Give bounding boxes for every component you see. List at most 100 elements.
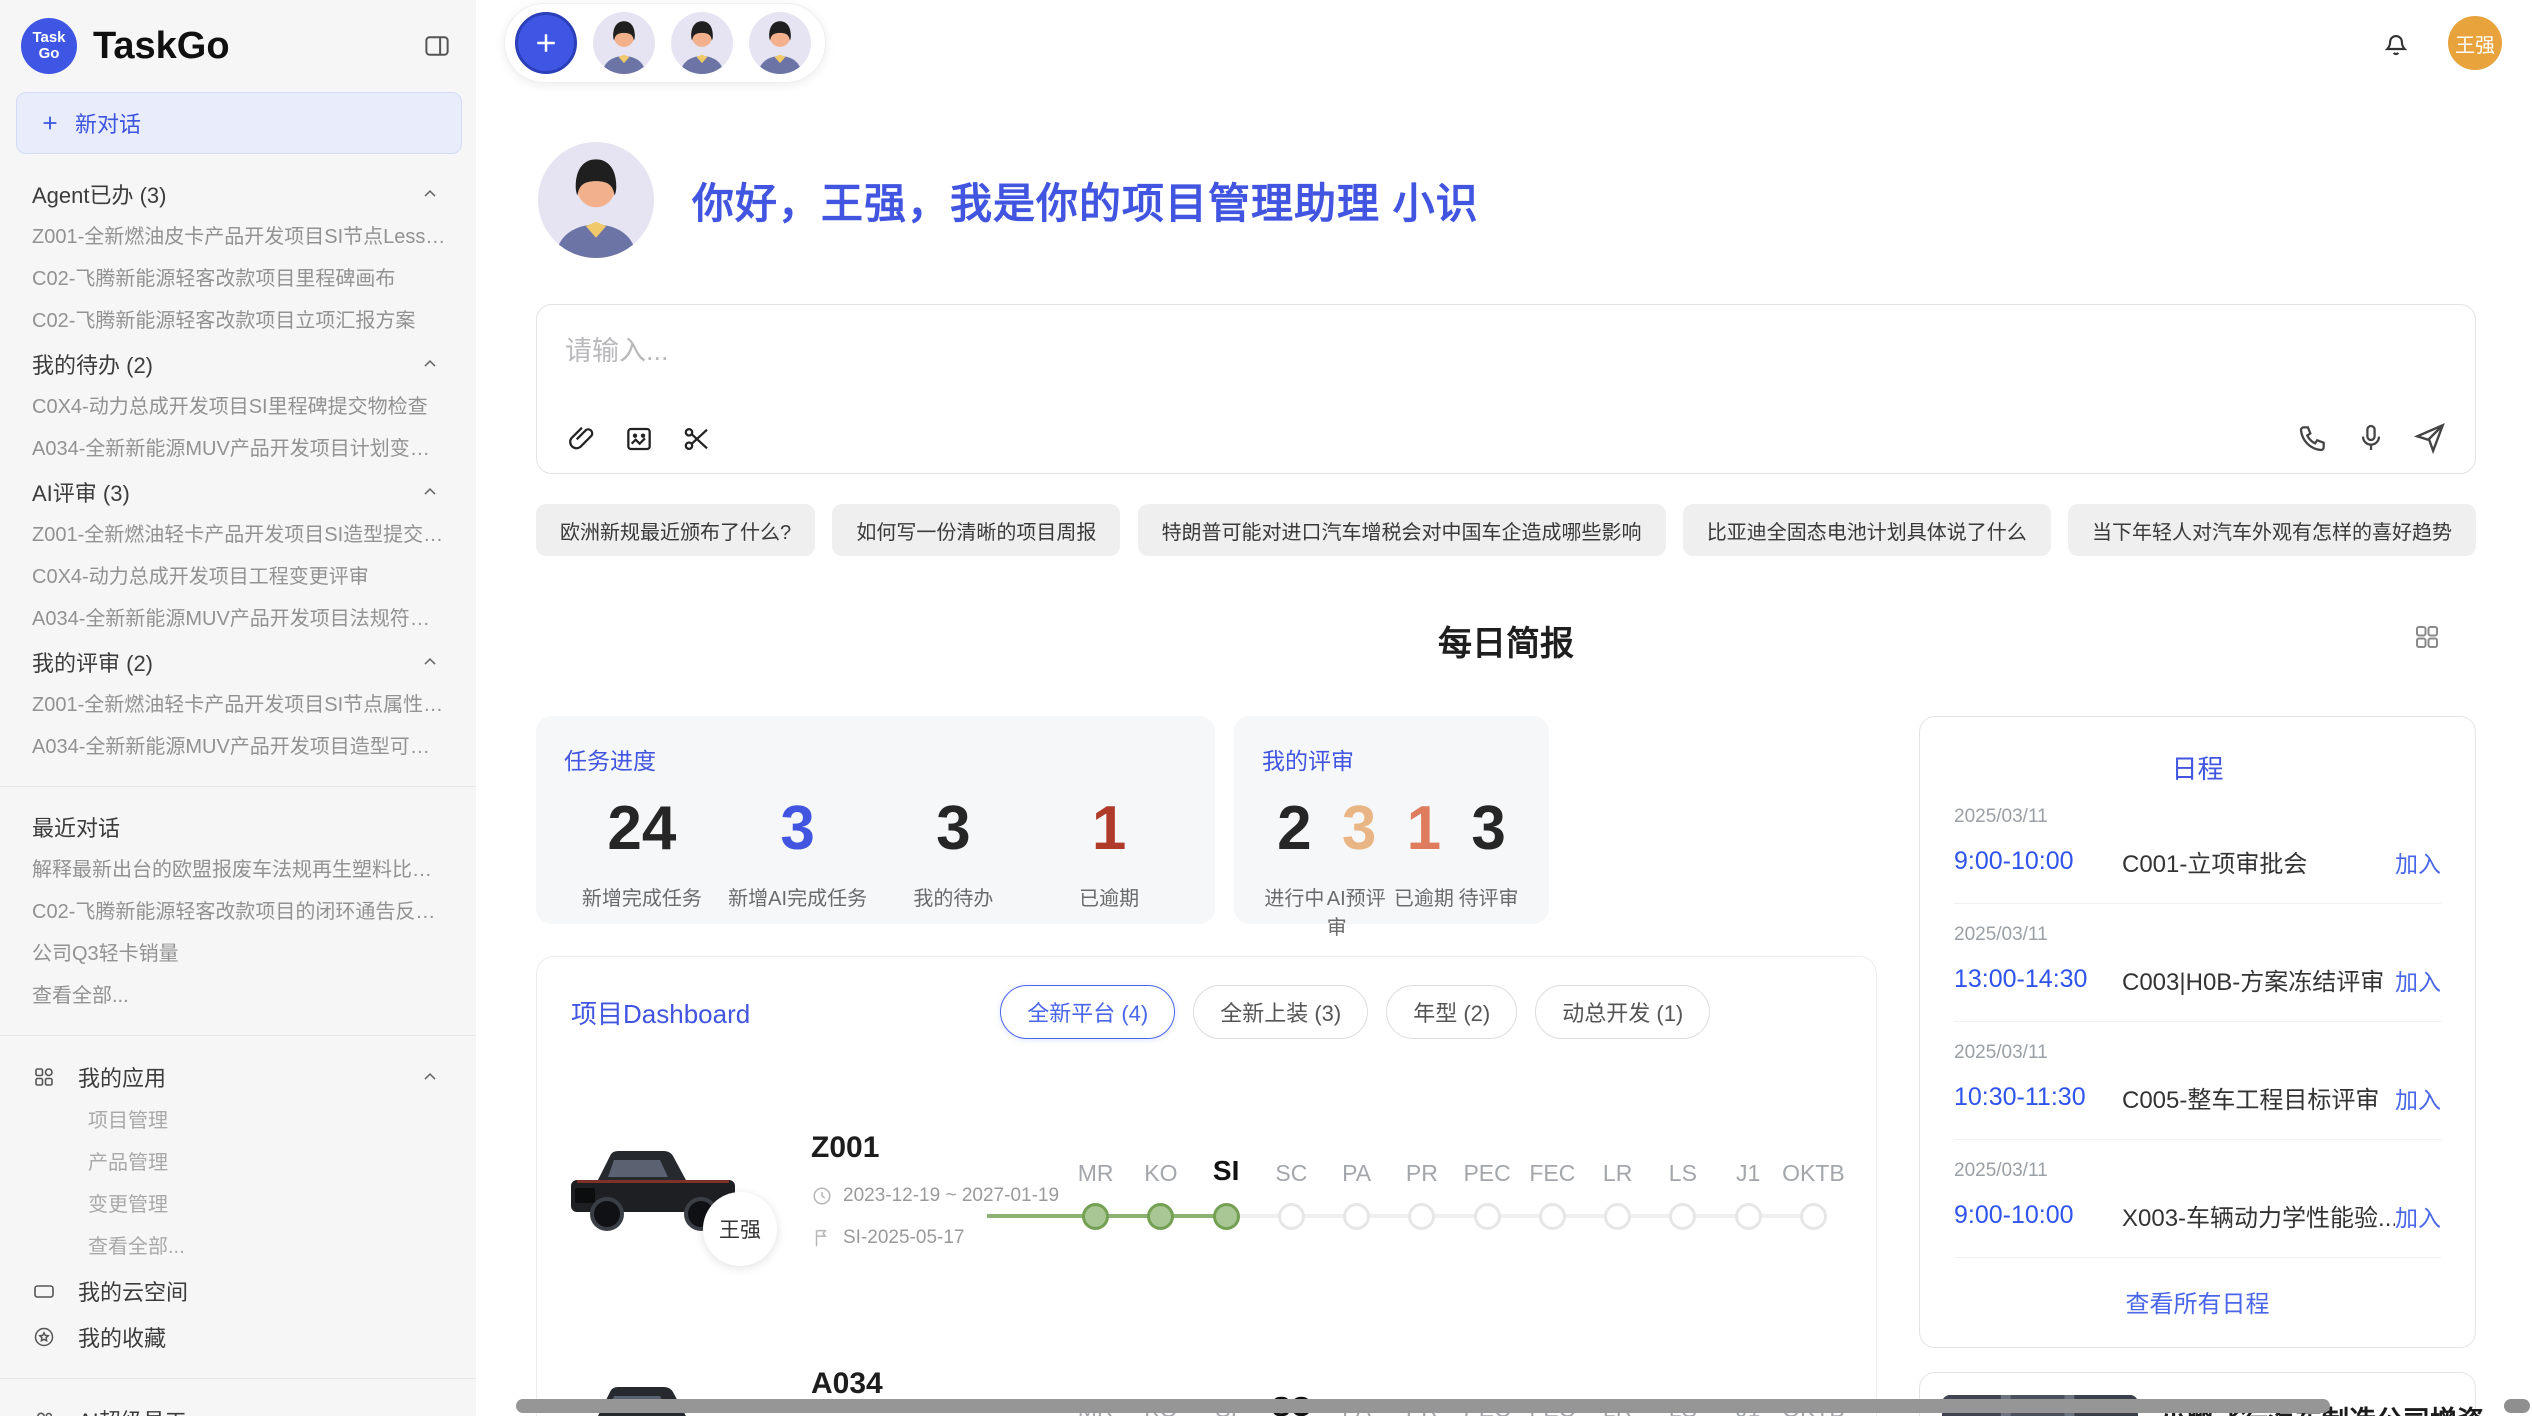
sidebar: Task Go TaskGo 新对话 Agent已办 (3): [0, 0, 476, 1416]
my-apps-subitem[interactable]: 产品管理: [0, 1142, 476, 1184]
sidebar-item[interactable]: Z001-全新燃油皮卡产品开发项目SI节点Lesson Learn报告: [0, 216, 476, 258]
notification-bell-icon[interactable]: [2380, 27, 2412, 59]
phone-icon[interactable]: [2297, 422, 2329, 454]
stat-card: 我的评审 2 进行中: [1234, 716, 1549, 924]
horizontal-scrollbar-thumb[interactable]: [516, 1399, 2330, 1413]
sidebar-item[interactable]: C02-飞腾新能源轻客改款项目里程碑画布: [0, 258, 476, 300]
stat: 3 AI预评审: [1327, 794, 1392, 940]
milestone-dot: [1343, 1203, 1370, 1230]
agent-avatar[interactable]: [593, 12, 655, 74]
add-agent-button[interactable]: [515, 12, 577, 74]
sidebar-section-header[interactable]: AI评审 (3): [0, 470, 476, 514]
schedule-title: 日程: [1954, 749, 2441, 786]
divider: [0, 786, 476, 787]
suggestion-chip[interactable]: 当下年轻人对汽车外观有怎样的喜好趋势: [2068, 504, 2476, 556]
chat-input-placeholder: 请输入...: [565, 329, 2447, 368]
stat-value: 3: [936, 794, 970, 864]
sidebar-collapse-icon[interactable]: [422, 31, 452, 61]
send-icon[interactable]: [2413, 421, 2447, 455]
stat-value: 24: [607, 794, 676, 864]
dashboard-tab[interactable]: 年型 (2): [1386, 985, 1517, 1039]
my-apps-label: 我的应用: [78, 1061, 420, 1093]
recent-chat-item[interactable]: C02-飞腾新能源轻客改款项目的闭环通告反馈情况: [0, 891, 476, 933]
sidebar-section-header[interactable]: Agent已办 (3): [0, 172, 476, 216]
attachment-icon[interactable]: [565, 423, 597, 455]
sidebar-item[interactable]: Z001-全新燃油轻卡产品开发项目SI节点属性5D文件评审: [0, 684, 476, 726]
sidebar-section: Agent已办 (3) Z001-全新燃油皮卡产品开发项目SI节点Lesson …: [0, 172, 476, 342]
my-apps-header[interactable]: 我的应用: [0, 1054, 476, 1100]
event-join-link[interactable]: 加入: [2395, 845, 2441, 879]
greeting-text: 你好，王强，我是你的项目管理助理 小识: [692, 170, 1479, 231]
ai-staff-label: AI超级员工: [78, 1404, 187, 1416]
stat-label: 新增完成任务: [582, 882, 702, 911]
sidebar-item[interactable]: A034-全新新能源MUV产品开发项目法规符合性评审: [0, 598, 476, 640]
suggestion-chip[interactable]: 欧洲新规最近颁布了什么?: [536, 504, 815, 556]
sidebar-section-label: 我的评审 (2): [32, 646, 153, 678]
dashboard-tab[interactable]: 全新上装 (3): [1193, 985, 1368, 1039]
user-avatar[interactable]: 王强: [2448, 16, 2502, 70]
stat-label: 进行中: [1264, 882, 1324, 911]
scissors-icon[interactable]: [681, 423, 713, 455]
stat-card-title: 任务进度: [564, 742, 1187, 776]
dashboard-tab[interactable]: 动总开发 (1): [1535, 985, 1710, 1039]
event-time: 9:00-10:00: [1954, 1201, 2122, 1230]
dashboard-tab[interactable]: 全新平台 (4): [1000, 985, 1175, 1039]
divider: [0, 1035, 476, 1036]
recent-chat-item[interactable]: 公司Q3轻卡销量: [0, 933, 476, 975]
apps-grid-icon: [32, 1065, 56, 1089]
sidebar-section-header[interactable]: 我的待办 (2): [0, 342, 476, 386]
stat-label: 已逾期: [1079, 882, 1139, 911]
view-all-schedule-link[interactable]: 查看所有日程: [1954, 1258, 2441, 1327]
stat: 3 我的待办: [876, 794, 1032, 911]
event-join-link[interactable]: 加入: [2395, 1081, 2441, 1115]
flag-icon: [811, 1227, 833, 1249]
chevron-up-icon: [420, 652, 440, 672]
chat-input-card[interactable]: 请输入...: [536, 304, 2476, 474]
new-chat-button[interactable]: 新对话: [16, 92, 462, 154]
sidebar-item[interactable]: C02-飞腾新能源轻客改款项目立项汇报方案: [0, 300, 476, 342]
sidebar-item[interactable]: C0X4-动力总成开发项目SI里程碑提交物检查: [0, 386, 476, 428]
sidebar-item[interactable]: A034-全新新能源MUV产品开发项目计划变更表编写: [0, 428, 476, 470]
sidebar-item-cloud-space[interactable]: 我的云空间: [0, 1268, 476, 1314]
briefing-body: 任务进度 24 新增完成任务: [536, 716, 2476, 1416]
mic-icon[interactable]: [2355, 422, 2387, 454]
stat-value: 3: [1471, 794, 1505, 864]
suggestion-chip[interactable]: 如何写一份清晰的项目周报: [832, 504, 1120, 556]
sidebar-section-header[interactable]: 我的评审 (2): [0, 640, 476, 684]
sidebar-item[interactable]: C0X4-动力总成开发项目工程变更评审: [0, 556, 476, 598]
event-name: C003|H0B-方案冻结评审: [2122, 962, 2395, 997]
project-row[interactable]: 王强 Z001 2023-12-19 ~ 2027-01: [567, 1105, 1846, 1275]
recent-chat-item[interactable]: 查看全部...: [0, 975, 476, 1017]
greeting-row: 你好，王强，我是你的项目管理助理 小识: [538, 142, 2476, 258]
event-join-link[interactable]: 加入: [2395, 963, 2441, 997]
suggestion-chip[interactable]: 比亚迪全固态电池计划具体说了什么: [1683, 504, 2051, 556]
dashboard-title: 项目Dashboard: [571, 994, 750, 1031]
sidebar-item-favorites[interactable]: 我的收藏: [0, 1314, 476, 1360]
suggestion-chips: 欧洲新规最近颁布了什么? 如何写一份清晰的项目周报 特朗普可能对进口汽车增税会对…: [536, 504, 2476, 556]
event-time: 10:30-11:30: [1954, 1083, 2122, 1112]
sidebar-section-label: Agent已办 (3): [32, 178, 167, 210]
agent-avatar[interactable]: [671, 12, 733, 74]
my-apps-subitem[interactable]: 查看全部...: [0, 1226, 476, 1268]
stat-cards: 任务进度 24 新增完成任务: [536, 716, 1877, 924]
sidebar-header: Task Go TaskGo: [0, 14, 476, 78]
sidebar-item[interactable]: Z001-全新燃油轻卡产品开发项目SI造型提交物评审: [0, 514, 476, 556]
event-time: 13:00-14:30: [1954, 965, 2122, 994]
agent-avatar[interactable]: [749, 12, 811, 74]
my-apps-subitem[interactable]: 变更管理: [0, 1184, 476, 1226]
my-apps-subitem[interactable]: 项目管理: [0, 1100, 476, 1142]
recent-chats-header[interactable]: 最近对话: [0, 805, 476, 849]
recent-chat-item[interactable]: 解释最新出台的欧盟报废车法规再生塑料比例被调至15%...: [0, 849, 476, 891]
suggestion-chip[interactable]: 特朗普可能对进口汽车增税会对中国车企造成哪些影响: [1138, 504, 1666, 556]
sidebar-item[interactable]: A034-全新新能源MUV产品开发项目造型可行性评审: [0, 726, 476, 768]
chevron-up-icon: [420, 1067, 440, 1087]
sidebar-item-ai-staff[interactable]: AI超级员工: [0, 1397, 476, 1416]
event-join-link[interactable]: 加入: [2395, 1199, 2441, 1233]
project-milestone-note: SI-2025-05-17: [843, 1227, 964, 1249]
grid-layout-icon[interactable]: [2412, 622, 2442, 652]
milestone-dot: [1604, 1203, 1631, 1230]
app-root: Task Go TaskGo 新对话 Agent已办 (3): [0, 0, 2532, 1416]
dashboard-tabs: 全新平台 (4) 全新上装 (3) 年型 (2) 动总开发 (1): [1000, 985, 1710, 1039]
image-icon[interactable]: [623, 423, 655, 455]
stat-label: AI预评审: [1327, 882, 1392, 940]
